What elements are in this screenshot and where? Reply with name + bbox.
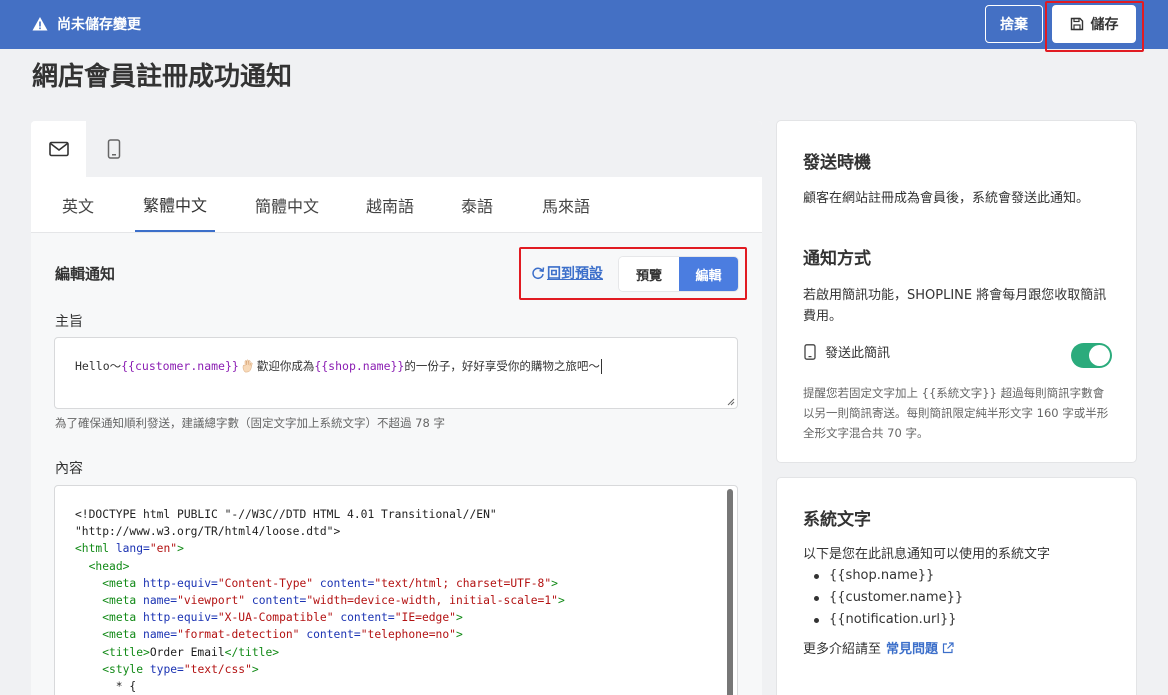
tab-vietnamese[interactable]: 越南語 bbox=[366, 177, 414, 233]
code-line: <style type="text/css"> bbox=[102, 662, 259, 676]
code-line: <title>Order Email</title> bbox=[102, 645, 280, 659]
waving-hand-icon bbox=[242, 359, 253, 373]
channel-tabs bbox=[31, 121, 762, 177]
page-title: 網店會員註冊成功通知 bbox=[32, 62, 293, 92]
system-text-title: 系統文字 bbox=[803, 510, 871, 530]
content-label: 內容 bbox=[55, 461, 83, 477]
settings-card: 發送時機 顧客在網站註冊成為會員後，系統會發送此通知。 通知方式 若啟用簡訊功能… bbox=[777, 121, 1136, 462]
language-tabs: 英文 繁體中文 簡體中文 越南語 泰語 馬來語 bbox=[31, 177, 762, 233]
send-timing-title: 發送時機 bbox=[803, 153, 871, 173]
text-caret bbox=[600, 358, 602, 374]
save-icon bbox=[1070, 17, 1083, 31]
system-variable-list: {{shop.name}} {{customer.name}} {{notifi… bbox=[814, 565, 963, 631]
preview-button[interactable]: 預覽 bbox=[619, 257, 679, 291]
code-scrollbar[interactable] bbox=[727, 489, 733, 695]
refresh-icon bbox=[532, 267, 545, 280]
code-content: <!DOCTYPE html PUBLIC "-//W3C//DTD HTML … bbox=[75, 506, 565, 695]
code-line: <meta http-equiv="Content-Type" content=… bbox=[102, 576, 558, 590]
tab-malay[interactable]: 馬來語 bbox=[542, 177, 590, 233]
toggle-knob bbox=[1089, 345, 1110, 366]
subject-middle: 歡迎你成為 bbox=[256, 359, 315, 373]
code-line: <html lang="en"> bbox=[75, 542, 184, 556]
subject-value: Hello～ {{customer.name}} 歡迎你成為 {{shop.na… bbox=[75, 358, 602, 374]
code-line: <!DOCTYPE html PUBLIC "-//W3C//DTD HTML … bbox=[75, 508, 497, 521]
notification-editor-panel: 英文 繁體中文 簡體中文 越南語 泰語 馬來語 編輯通知 回到預設 預覽 編輯 … bbox=[31, 121, 762, 695]
tab-english[interactable]: 英文 bbox=[62, 177, 94, 233]
sms-note: 提醒您若固定文字加上 {{系統文字}} 超過每則簡訊字數會以另一則簡訊寄送。每則… bbox=[803, 386, 1109, 440]
edit-button[interactable]: 編輯 bbox=[679, 257, 738, 291]
unsaved-label: 尚未儲存變更 bbox=[57, 17, 141, 33]
discard-button[interactable]: 捨棄 bbox=[985, 5, 1043, 43]
code-line: <meta name="viewport" content="width=dev… bbox=[102, 594, 565, 608]
code-line: * { bbox=[75, 680, 137, 694]
subject-var-customer: {{customer.name}} bbox=[121, 359, 239, 373]
unsaved-notice: 尚未儲存變更 bbox=[32, 14, 141, 34]
top-bar: 尚未儲存變更 捨棄 儲存 bbox=[0, 0, 1168, 52]
external-link-icon[interactable] bbox=[942, 641, 954, 654]
tab-thai[interactable]: 泰語 bbox=[461, 177, 493, 233]
resize-grip-icon[interactable] bbox=[727, 398, 735, 406]
system-text-card: 系統文字 以下是您在此訊息通知可以使用的系統文字 {{shop.name}} {… bbox=[777, 478, 1136, 695]
send-timing-text: 顧客在網站註冊成為會員後，系統會發送此通知。 bbox=[803, 191, 1090, 206]
subject-input[interactable]: Hello～ {{customer.name}} 歡迎你成為 {{shop.na… bbox=[54, 337, 738, 409]
subject-label: 主旨 bbox=[55, 314, 83, 330]
notify-method-title: 通知方式 bbox=[803, 249, 871, 269]
code-line: <meta name="format-detection" content="t… bbox=[102, 628, 463, 642]
code-line: <head> bbox=[88, 559, 130, 573]
sms-label: 發送此簡訊 bbox=[825, 346, 891, 361]
list-item: {{notification.url}} bbox=[814, 609, 963, 631]
list-item: {{shop.name}} bbox=[814, 565, 963, 587]
faq-link[interactable]: 常見問題 bbox=[886, 638, 938, 657]
tab-traditional-chinese[interactable]: 繁體中文 bbox=[135, 177, 216, 232]
list-item: {{customer.name}} bbox=[814, 587, 963, 609]
phone-icon bbox=[804, 343, 816, 360]
sms-toggle[interactable] bbox=[1071, 343, 1112, 368]
phone-icon bbox=[107, 139, 121, 159]
tab-email[interactable] bbox=[31, 121, 86, 177]
more-info-label: 更多介紹請至 bbox=[803, 642, 882, 657]
warning-icon bbox=[32, 17, 48, 31]
content-code-editor[interactable]: <!DOCTYPE html PUBLIC "-//W3C//DTD HTML … bbox=[54, 485, 738, 695]
view-mode-toggle: 預覽 編輯 bbox=[619, 257, 738, 291]
faq-row: 更多介紹請至 常見問題 bbox=[803, 638, 954, 657]
subject-var-shop: {{shop.name}} bbox=[314, 359, 405, 373]
subject-prefix: Hello～ bbox=[75, 359, 122, 373]
system-text-intro: 以下是您在此訊息通知可以使用的系統文字 bbox=[803, 547, 1051, 562]
save-button[interactable]: 儲存 bbox=[1052, 5, 1136, 43]
tab-sms[interactable] bbox=[86, 121, 142, 177]
editor-heading: 編輯通知 bbox=[55, 265, 116, 283]
save-label: 儲存 bbox=[1090, 17, 1119, 33]
mail-icon bbox=[48, 141, 69, 157]
sms-toggle-row: 發送此簡訊 bbox=[803, 342, 890, 361]
subject-hint: 為了確保通知順利發送，建議總字數（固定文字加上系統文字）不超過 78 字 bbox=[55, 416, 445, 430]
notify-method-text: 若啟用簡訊功能，SHOPLINE 將會每月跟您收取簡訊費用。 bbox=[803, 288, 1107, 324]
reset-label: 回到預設 bbox=[547, 266, 603, 282]
code-line: <meta http-equiv="X-UA-Compatible" conte… bbox=[102, 611, 463, 625]
subject-suffix: 的一份子，好好享受你的購物之旅吧～ bbox=[404, 359, 600, 373]
reset-default-link[interactable]: 回到預設 bbox=[531, 263, 603, 283]
tab-simplified-chinese[interactable]: 簡體中文 bbox=[255, 177, 319, 233]
code-line: "http://www.w3.org/TR/html4/loose.dtd"> bbox=[75, 525, 341, 539]
